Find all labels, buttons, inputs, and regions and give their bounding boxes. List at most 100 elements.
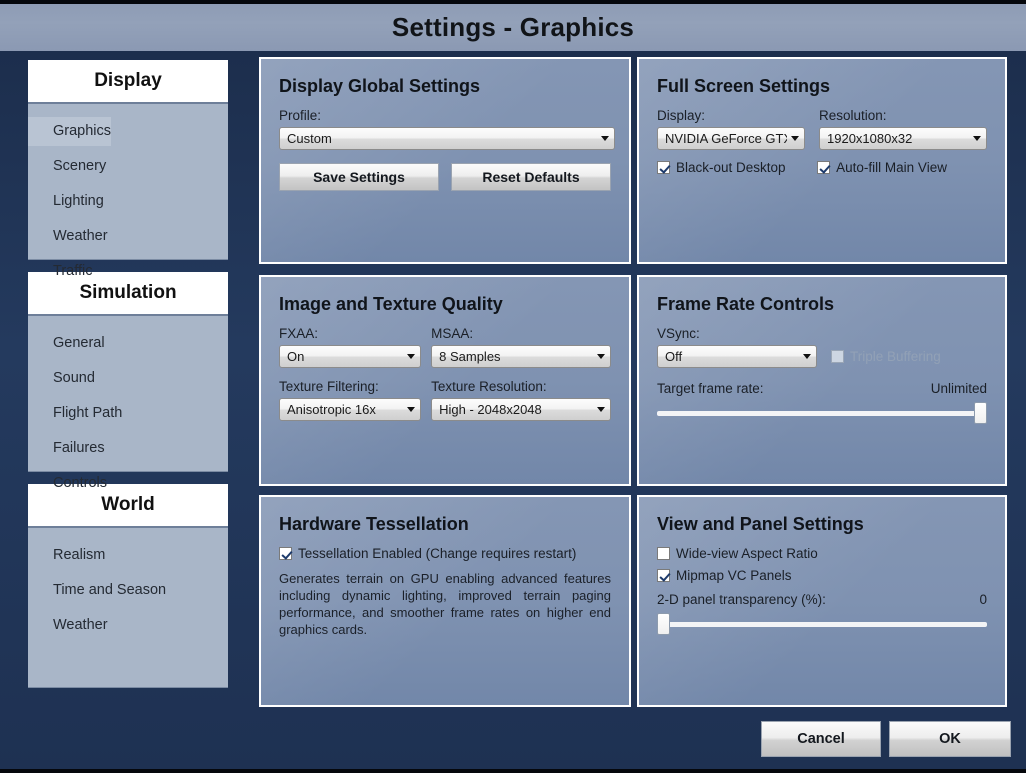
chevron-down-icon xyxy=(973,136,981,141)
blackout-desktop-checkbox-row[interactable]: Black-out Desktop xyxy=(657,160,803,175)
texture-resolution-dropdown-value: High - 2048x2048 xyxy=(439,402,542,417)
sidebar-item-graphics[interactable]: Graphics xyxy=(28,117,112,146)
msaa-dropdown[interactable]: 8 Samples xyxy=(431,345,611,368)
chevron-down-icon xyxy=(597,407,605,412)
sidebar-group-world: World Realism Time and Season Weather xyxy=(28,484,228,688)
sidebar-group-simulation: Simulation General Sound Flight Path Fai… xyxy=(28,272,228,491)
texture-filtering-label: Texture Filtering: xyxy=(279,379,379,394)
slider-thumb[interactable] xyxy=(657,613,670,635)
sidebar-item-realism[interactable]: Realism xyxy=(28,541,105,570)
chevron-down-icon xyxy=(407,354,416,359)
autofill-main-view-label: Auto-fill Main View xyxy=(836,160,947,175)
profile-dropdown[interactable]: Custom xyxy=(279,127,615,150)
checkbox-icon xyxy=(831,350,844,363)
reset-defaults-button[interactable]: Reset Defaults xyxy=(451,163,611,191)
panel-view-and-panel-settings: View and Panel Settings Wide-view Aspect… xyxy=(637,495,1007,707)
panel-title: View and Panel Settings xyxy=(657,514,864,534)
target-frame-rate-label: Target frame rate: xyxy=(657,381,764,396)
page-title: Settings - Graphics xyxy=(391,12,635,42)
sidebar-item-general[interactable]: General xyxy=(28,329,105,358)
chevron-down-icon xyxy=(601,136,609,141)
panel-title: Frame Rate Controls xyxy=(657,294,835,314)
sidebar-item-sound[interactable]: Sound xyxy=(28,364,95,393)
panel-display-global-settings: Display Global Settings Profile: Custom … xyxy=(259,57,631,264)
panel-title: Image and Texture Quality xyxy=(279,294,503,314)
profile-label: Profile: xyxy=(279,108,322,123)
checkbox-icon[interactable] xyxy=(657,161,670,174)
panel-full-screen-settings: Full Screen Settings Display: NVIDIA GeF… xyxy=(637,57,1007,264)
checkbox-icon[interactable] xyxy=(657,569,670,582)
slider-thumb[interactable] xyxy=(974,402,987,424)
display-dropdown[interactable]: NVIDIA GeForce GTX 98 xyxy=(657,127,805,150)
panel-image-and-texture-quality: Image and Texture Quality FXAA: On MSAA:… xyxy=(259,275,631,486)
texture-resolution-dropdown[interactable]: High - 2048x2048 xyxy=(431,398,611,421)
sidebar: Display Graphics Scenery Lighting Weathe… xyxy=(28,60,228,700)
panel-transparency-slider[interactable] xyxy=(657,613,987,635)
window-title-bar: Settings - Graphics xyxy=(0,0,1026,51)
fxaa-dropdown[interactable]: On xyxy=(279,345,422,368)
ok-button[interactable]: OK xyxy=(889,721,1011,757)
tessellation-enabled-checkbox-row[interactable]: Tessellation Enabled (Change requires re… xyxy=(279,546,611,561)
panel-hardware-tessellation: Hardware Tessellation Tessellation Enabl… xyxy=(259,495,631,707)
display-label: Display: xyxy=(657,108,706,123)
sidebar-item-flight-path[interactable]: Flight Path xyxy=(28,399,122,428)
msaa-label: MSAA: xyxy=(431,326,474,341)
sidebar-group-display: Display Graphics Scenery Lighting Weathe… xyxy=(28,60,228,279)
sidebar-item-weather-world[interactable]: Weather xyxy=(28,611,108,640)
sidebar-list-simulation: General Sound Flight Path Failures Contr… xyxy=(28,316,228,491)
panel-transparency-value: 0 xyxy=(979,592,987,607)
texture-resolution-label: Texture Resolution: xyxy=(431,379,547,394)
blackout-desktop-label: Black-out Desktop xyxy=(676,160,786,175)
triple-buffering-label: Triple Buffering xyxy=(850,349,941,364)
mipmap-vc-panels-label: Mipmap VC Panels xyxy=(676,568,792,583)
checkbox-icon[interactable] xyxy=(657,547,670,560)
wide-view-aspect-ratio-label: Wide-view Aspect Ratio xyxy=(676,546,818,561)
target-frame-rate-slider[interactable] xyxy=(657,402,987,424)
triple-buffering-checkbox-row: Triple Buffering xyxy=(831,349,941,364)
tessellation-description: Generates terrain on GPU enabling advanc… xyxy=(279,571,611,637)
target-frame-rate-value: Unlimited xyxy=(930,381,987,396)
slider-track[interactable] xyxy=(657,622,987,627)
panel-title: Display Global Settings xyxy=(279,76,481,96)
resolution-dropdown-value: 1920x1080x32 xyxy=(827,131,913,146)
texture-filtering-dropdown-value: Anisotropic 16x xyxy=(287,402,376,417)
resolution-dropdown[interactable]: 1920x1080x32 xyxy=(819,127,987,150)
panel-title: Hardware Tessellation xyxy=(279,514,469,534)
footer-bar: Cancel OK xyxy=(0,707,1026,773)
sidebar-list-world: Realism Time and Season Weather xyxy=(28,528,228,688)
wide-view-aspect-ratio-checkbox-row[interactable]: Wide-view Aspect Ratio xyxy=(657,546,987,561)
fxaa-dropdown-value: On xyxy=(287,349,305,364)
mipmap-vc-panels-checkbox-row[interactable]: Mipmap VC Panels xyxy=(657,568,987,583)
sidebar-header-display: Display xyxy=(28,60,228,104)
sidebar-item-time-and-season[interactable]: Time and Season xyxy=(28,576,166,605)
chevron-down-icon xyxy=(597,354,605,359)
resolution-label: Resolution: xyxy=(819,108,887,123)
chevron-down-icon xyxy=(803,354,811,359)
sidebar-item-lighting[interactable]: Lighting xyxy=(28,187,104,216)
fxaa-label: FXAA: xyxy=(279,326,319,341)
sidebar-list-display: Graphics Scenery Lighting Weather Traffi… xyxy=(28,104,228,279)
sidebar-item-controls[interactable]: Controls xyxy=(28,469,107,498)
profile-dropdown-value: Custom xyxy=(287,131,332,146)
panel-title: Full Screen Settings xyxy=(657,76,831,96)
vsync-dropdown[interactable]: Off xyxy=(657,345,817,368)
panel-frame-rate-controls: Frame Rate Controls VSync: Off Triple Bu… xyxy=(637,275,1007,486)
chevron-down-icon xyxy=(791,136,799,141)
checkbox-icon[interactable] xyxy=(279,547,292,560)
autofill-main-view-checkbox-row[interactable]: Auto-fill Main View xyxy=(817,160,987,175)
sidebar-item-weather[interactable]: Weather xyxy=(28,222,108,251)
sidebar-item-failures[interactable]: Failures xyxy=(28,434,105,463)
msaa-dropdown-value: 8 Samples xyxy=(439,349,501,364)
chevron-down-icon xyxy=(407,407,416,412)
texture-filtering-dropdown[interactable]: Anisotropic 16x xyxy=(279,398,422,421)
cancel-button[interactable]: Cancel xyxy=(761,721,881,757)
tessellation-enabled-label: Tessellation Enabled (Change requires re… xyxy=(298,546,577,561)
checkbox-icon[interactable] xyxy=(817,161,831,174)
vsync-dropdown-value: Off xyxy=(665,349,683,364)
panel-transparency-label: 2-D panel transparency (%): xyxy=(657,592,826,607)
vsync-label: VSync: xyxy=(657,326,700,341)
display-dropdown-value: NVIDIA GeForce GTX 98 xyxy=(665,131,787,146)
slider-track[interactable] xyxy=(657,411,987,416)
save-settings-button[interactable]: Save Settings xyxy=(279,163,439,191)
sidebar-item-scenery[interactable]: Scenery xyxy=(28,152,106,181)
